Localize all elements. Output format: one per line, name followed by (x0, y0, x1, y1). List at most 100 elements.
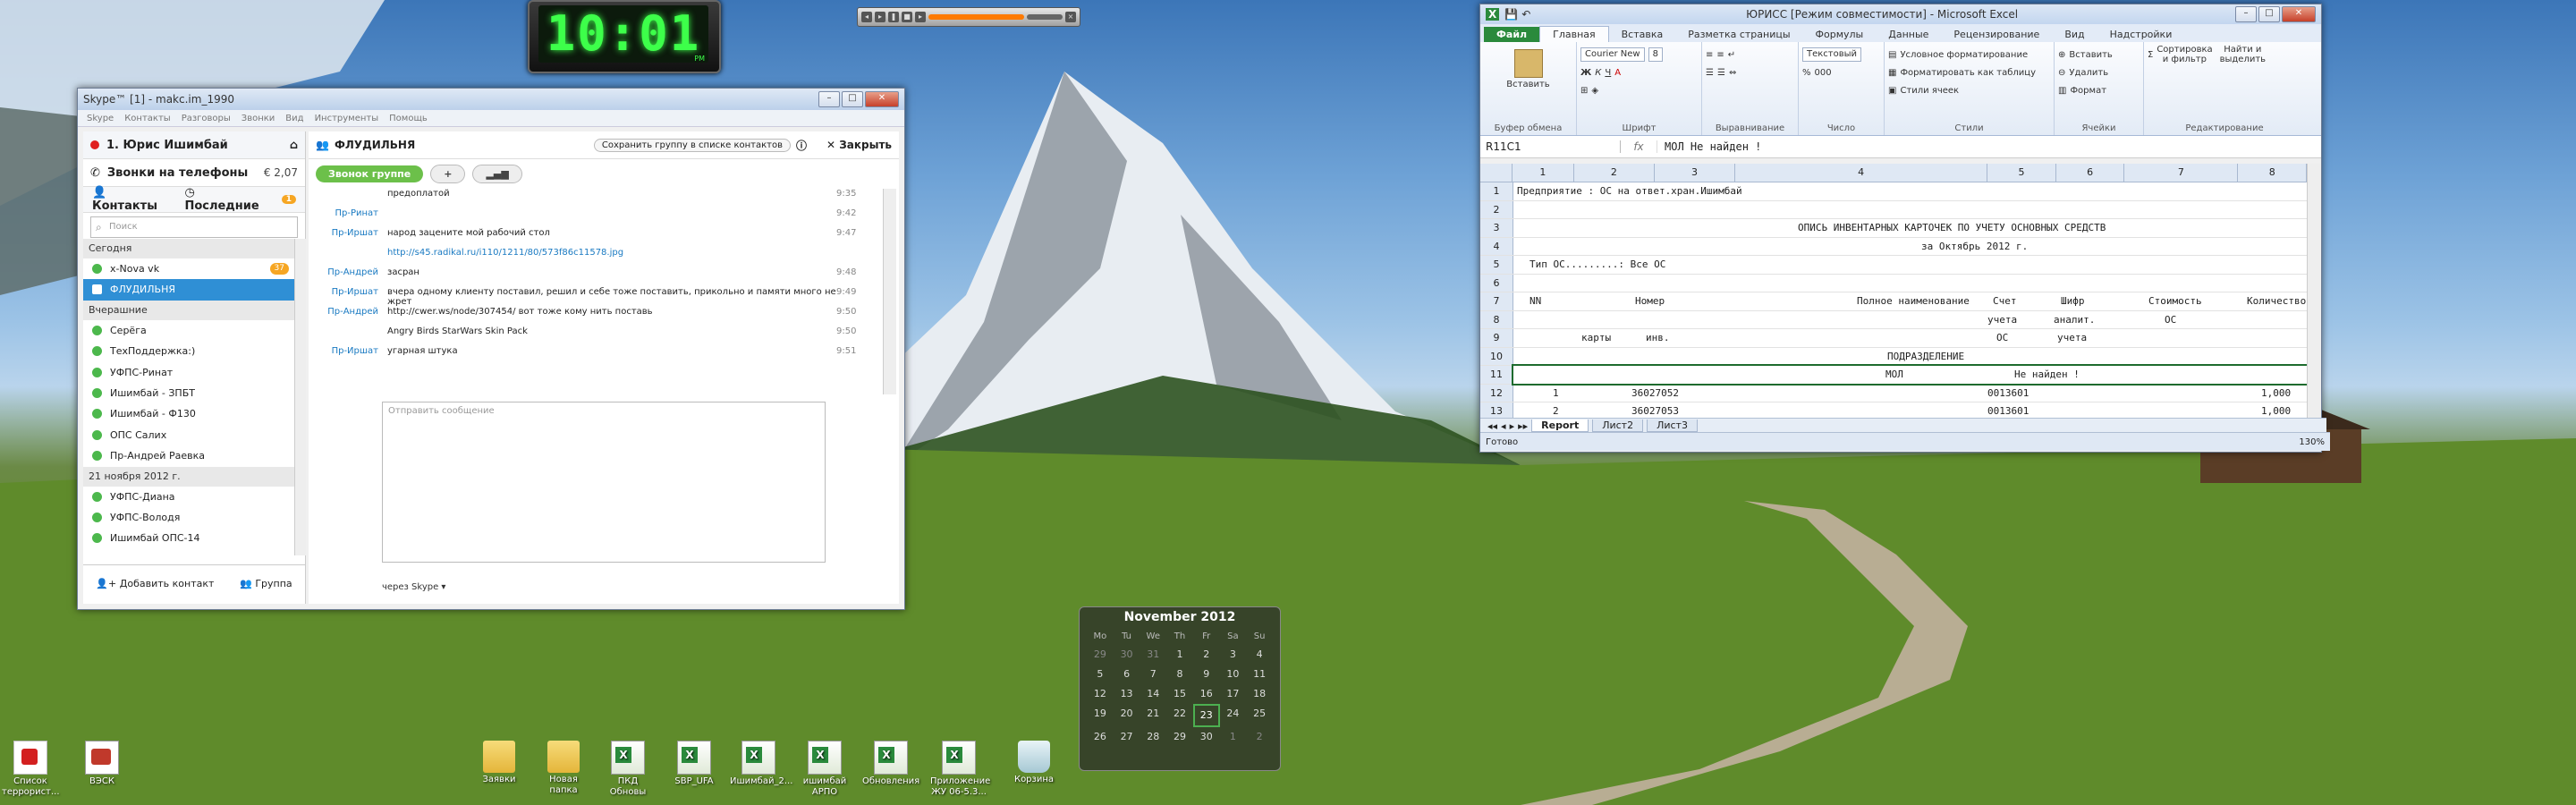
cell-value[interactable]: инв. (1646, 329, 1670, 346)
menu-item[interactable]: Контакты (124, 114, 170, 123)
row-cells[interactable]: Тип ОС.........: Все ОС (1513, 256, 2307, 274)
italic-button[interactable]: К (1595, 68, 1601, 78)
message-sender[interactable]: Пр-Андрей (309, 307, 387, 317)
calendar-day[interactable]: 16 (1193, 684, 1220, 704)
column-header[interactable]: 2 (1574, 164, 1655, 182)
row-header[interactable]: 11 (1480, 366, 1513, 384)
sheet-nav-icon[interactable]: ◂ (1501, 420, 1506, 432)
maximize-button[interactable]: □ (842, 91, 863, 107)
calendar-day[interactable]: 17 (1220, 684, 1247, 704)
column-header[interactable]: 1 (1513, 164, 1574, 182)
pause-icon[interactable]: ❚ (888, 12, 899, 22)
calendar-day[interactable]: 5 (1087, 665, 1114, 684)
row-header[interactable]: 3 (1480, 219, 1513, 237)
message-text[interactable]: http://s45.radikal.ru/i110/1211/80/573f8… (387, 248, 836, 258)
call-group-button[interactable]: Звонок группе (316, 165, 424, 182)
calendar-day[interactable]: 19 (1087, 704, 1114, 724)
save-group-button[interactable]: Сохранить группу в списке контактов (593, 138, 791, 152)
font-size-select[interactable]: 8 (1648, 47, 1663, 62)
find-button[interactable]: Найти и выделить (2216, 45, 2269, 64)
calendar-day[interactable]: 2 (1193, 645, 1220, 665)
ribbon-tab[interactable]: Надстройки (2097, 27, 2185, 42)
row-cells[interactable]: за Октябрь 2012 г. (1513, 238, 2307, 256)
calendar-day[interactable]: 31 (1140, 645, 1166, 665)
column-header[interactable]: 3 (1655, 164, 1736, 182)
row-cells[interactable] (1513, 201, 2307, 219)
contact-item[interactable]: ОПС Салих (83, 425, 294, 445)
next-icon[interactable]: ▸ (915, 12, 926, 22)
message-sender[interactable]: Пр-Иршат (309, 287, 387, 297)
call-phones-row[interactable]: ✆ Звонки на телефоны € 2,07 (83, 159, 305, 187)
home-icon[interactable]: ⌂ (290, 139, 298, 152)
close-button[interactable]: ✕ (2282, 6, 2316, 22)
cell-value[interactable]: 1 (1553, 385, 1559, 402)
desktop-icon[interactable]: Новая папка (535, 741, 592, 796)
name-box[interactable]: R11C1 (1480, 140, 1621, 153)
calendar-day[interactable]: 6 (1114, 665, 1140, 684)
contact-item[interactable]: ФЛУДИЛЬНЯ (83, 279, 294, 301)
seek-bar[interactable] (928, 14, 1024, 20)
conditional-format-button[interactable]: ▤ Условное форматирование (1888, 46, 2050, 64)
calendar-day[interactable]: 11 (1246, 665, 1273, 684)
row-cells[interactable]: 2 36027053 0013601 1,000 (1513, 402, 2307, 418)
sheet-tab[interactable]: Лист3 (1647, 419, 1698, 432)
close-button[interactable]: ✕ (865, 91, 899, 107)
calendar-day[interactable]: 9 (1193, 665, 1220, 684)
row-header[interactable]: 10 (1480, 347, 1513, 365)
prev-icon[interactable]: ◂ (861, 12, 872, 22)
contact-item[interactable]: Ишимбай ОПС-14 (83, 528, 294, 548)
group-button[interactable]: 👥 Группа (240, 578, 292, 589)
column-header[interactable]: 4 (1735, 164, 1988, 182)
calendar-day[interactable]: 2 (1246, 727, 1273, 747)
row-cells[interactable] (1513, 275, 2307, 292)
sheet-tab[interactable]: Лист2 (1592, 419, 1644, 432)
calendar-day[interactable]: 22 (1166, 704, 1193, 724)
cell-value[interactable]: Предприятие : ОС на ответ.хран.Ишимбай (1517, 182, 1742, 199)
search-input[interactable]: Поиск (90, 216, 298, 238)
row-cells[interactable]: ОПИСЬ ИНВЕНТАРНЫХ КАРТОЧЕК ПО УЧЕТУ ОСНО… (1513, 219, 2307, 237)
cell-value[interactable]: 0013601 (1987, 402, 2029, 418)
merge-icon[interactable]: ⇔ (1729, 68, 1736, 78)
menu-item[interactable]: Разговоры (182, 114, 231, 123)
cell-value[interactable]: 36027052 (1631, 385, 1679, 402)
ribbon-tab[interactable]: Главная (1539, 26, 1609, 42)
borders-icon[interactable]: ⊞ (1580, 86, 1588, 96)
thousands-icon[interactable]: 000 (1815, 68, 1832, 78)
format-table-button[interactable]: ▦ Форматировать как таблицу (1888, 64, 2050, 81)
align-left-icon[interactable]: ☰ (1706, 68, 1714, 78)
excel-titlebar[interactable]: X 💾 ↶ ЮРИСС [Режим совместимости] - Micr… (1480, 4, 2321, 24)
calendar-day[interactable]: 24 (1220, 704, 1247, 724)
cell-value[interactable]: Стоимость (2148, 292, 2202, 309)
cell-value[interactable]: NN (1530, 292, 1541, 309)
row-header[interactable]: 13 (1480, 402, 1513, 418)
row-header[interactable]: 4 (1480, 237, 1513, 255)
align-top-icon[interactable]: ≡ (1706, 50, 1713, 60)
calendar-day[interactable]: 13 (1114, 684, 1140, 704)
message-sender[interactable]: Пр-Ринат (309, 208, 387, 218)
calendar-today[interactable]: 23 (1192, 704, 1220, 727)
menu-item[interactable]: Помощь (389, 114, 428, 123)
worksheet-grid[interactable]: 12345678 1 Предприятие : ОС на ответ.хран… (1480, 164, 2307, 418)
row-cells[interactable]: учета аналит. ОС (1513, 311, 2307, 329)
desktop-icon[interactable]: Ишимбай_2... (730, 741, 792, 787)
select-all-corner[interactable] (1480, 164, 1513, 182)
cell-value[interactable]: Количество (2247, 292, 2306, 309)
calendar-day[interactable]: 12 (1087, 684, 1114, 704)
cell-value[interactable]: учета (1987, 311, 2017, 328)
column-header[interactable]: 6 (2056, 164, 2125, 182)
row-cells[interactable]: NN Номер Полное наименование Счет Шифр Стоимо… (1513, 292, 2307, 310)
contact-item[interactable]: Серёга (83, 320, 294, 341)
cell-styles-button[interactable]: ▣ Стили ячеек (1888, 81, 2050, 99)
calendar-day[interactable]: 25 (1246, 704, 1273, 724)
contact-item[interactable]: УФПС-Диана (83, 487, 294, 507)
ribbon-tab[interactable]: Вид (2052, 27, 2097, 42)
user-status[interactable]: 1. Юрис Ишимбай ⌂ (83, 131, 305, 159)
wrap-icon[interactable]: ↵ (1728, 50, 1735, 60)
vertical-scrollbar[interactable] (2307, 164, 2320, 418)
ribbon-tab[interactable]: Вставка (1609, 27, 1676, 42)
desktop-icon[interactable]: Список террорист... (2, 741, 60, 798)
tab-recent[interactable]: ◷ Последние (184, 186, 263, 213)
volume-slider[interactable] (1027, 14, 1063, 20)
message-sender[interactable]: Пр-Иршат (309, 346, 387, 356)
calendar-day[interactable]: 15 (1166, 684, 1193, 704)
